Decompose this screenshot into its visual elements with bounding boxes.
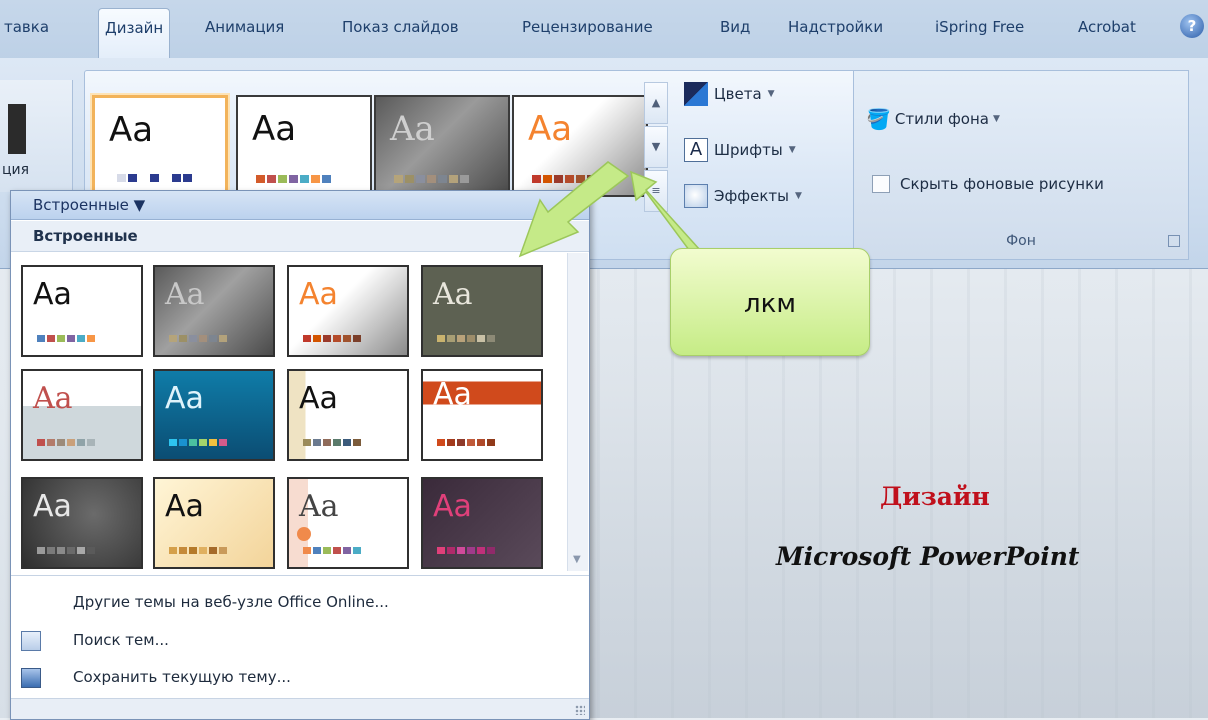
callout-arrows [518, 161, 701, 264]
slide-subtitle: Microsoft PowerPoint [776, 542, 1080, 571]
callout-text: лкм [744, 289, 796, 319]
callout-lkm: лкм [670, 248, 870, 356]
slide-title: Дизайн [880, 482, 990, 511]
arrow-to-gallery-icon [518, 161, 630, 258]
